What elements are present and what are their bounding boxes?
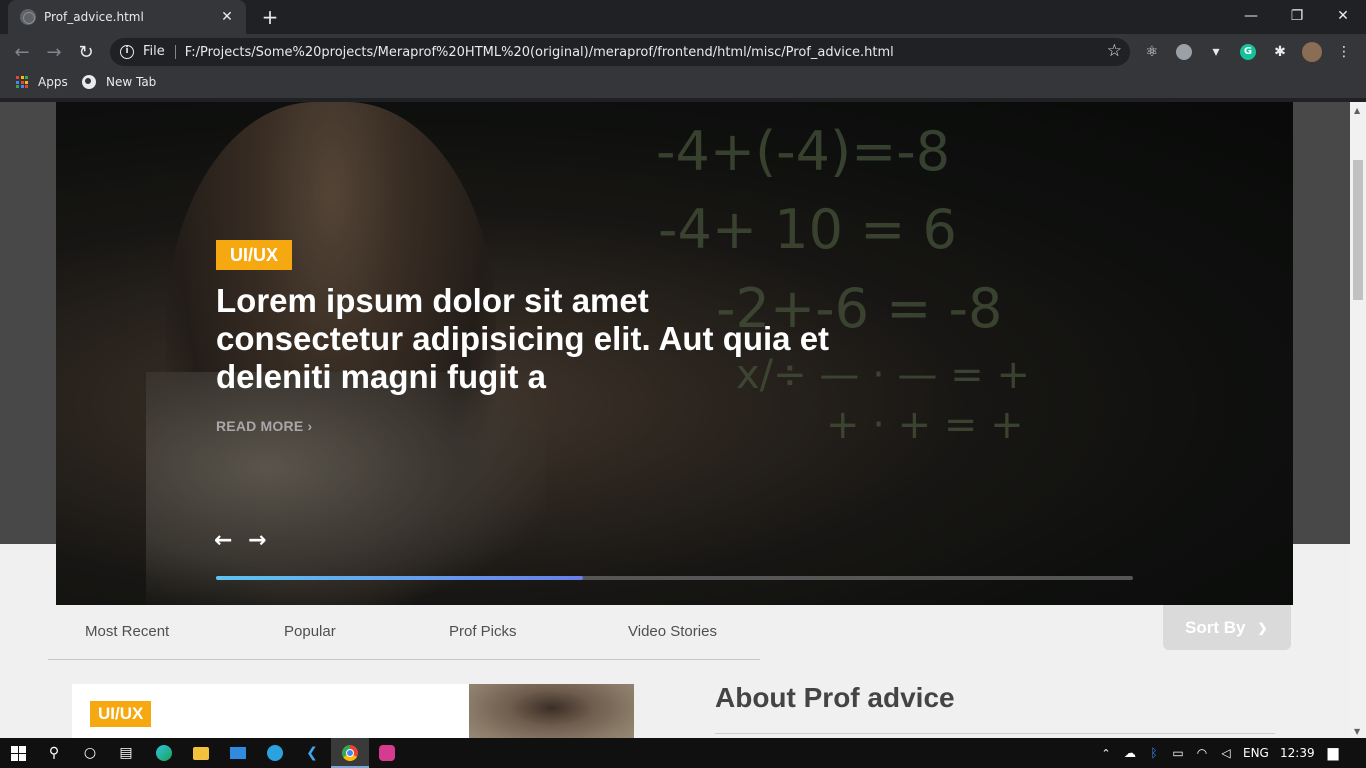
battery-icon[interactable]: ▭ <box>1168 743 1188 763</box>
tray-chevron-up-icon[interactable]: ⌃ <box>1096 743 1116 763</box>
info-icon[interactable]: i <box>120 45 134 59</box>
vscode-icon[interactable]: ❮ <box>302 743 322 763</box>
slider-next-arrow-icon[interactable]: → <box>248 528 266 553</box>
filter-tabs: Most Recent Popular Prof Picks Video Sto… <box>48 605 760 660</box>
cortana-icon[interactable]: ○ <box>80 743 100 763</box>
tab-title: Prof_advice.html <box>44 10 144 24</box>
reload-icon[interactable]: ↻ <box>74 40 98 64</box>
edge-icon[interactable] <box>154 743 174 763</box>
hero-slider: -4+(-4)=-8 -4+ 10 = 6 -2+-6 = -8 x/÷ — ·… <box>56 102 1293 605</box>
sort-by-dropdown[interactable]: Sort By ❯ <box>1163 605 1291 650</box>
browser-toolbar: ← → ↻ i File F:/Projects/Some%20projects… <box>0 34 1366 70</box>
new-tab-button[interactable]: + <box>258 6 282 28</box>
card-thumbnail[interactable] <box>469 684 634 738</box>
about-divider <box>715 733 1275 734</box>
page-favicon-icon <box>20 9 36 25</box>
bookmark-apps[interactable]: Apps <box>16 75 68 89</box>
scrollbar-thumb[interactable] <box>1353 160 1363 300</box>
url-text[interactable]: F:/Projects/Some%20projects/Meraprof%20H… <box>185 45 894 60</box>
page-viewport: -4+(-4)=-8 -4+ 10 = 6 -2+-6 = -8 x/÷ — ·… <box>0 102 1350 738</box>
bookmark-label: New Tab <box>106 75 157 89</box>
volume-icon[interactable]: ◁ <box>1216 743 1236 763</box>
slider-prev-arrow-icon[interactable]: ← <box>214 528 232 553</box>
extensions-puzzle-icon[interactable]: ✱ <box>1270 42 1290 62</box>
sort-by-label: Sort By <box>1185 617 1246 637</box>
slider-progress-fill <box>216 576 583 580</box>
telegram-icon[interactable] <box>265 743 285 763</box>
bookmark-new-tab[interactable]: New Tab <box>82 75 156 89</box>
windows-start-icon[interactable] <box>8 743 28 763</box>
hero-category-badge[interactable]: UI/UX <box>216 240 293 270</box>
vue-devtools-icon[interactable]: ▾ <box>1206 42 1226 62</box>
wifi-icon[interactable]: ◠ <box>1192 743 1212 763</box>
menu-kebab-icon[interactable]: ⋮ <box>1334 42 1354 62</box>
page-scrollbar[interactable]: ▲ ▼ <box>1350 102 1366 738</box>
tab-prof-picks[interactable]: Prof Picks <box>449 623 517 640</box>
read-more-link[interactable]: READ MORE › <box>216 418 312 434</box>
notifications-icon[interactable]: ▆ <box>1323 743 1343 763</box>
bookmark-star-icon[interactable]: ☆ <box>1107 41 1122 61</box>
forward-arrow-icon[interactable]: → <box>42 40 66 64</box>
back-arrow-icon[interactable]: ← <box>10 40 34 64</box>
tab-popular[interactable]: Popular <box>284 623 336 640</box>
extension-circle-icon[interactable] <box>1174 42 1194 62</box>
close-tab-icon[interactable]: ✕ <box>218 9 236 25</box>
card-category-badge[interactable]: UI/UX <box>90 701 152 727</box>
windows-taskbar: ⚲ ○ ▤ ❮ ⌃ ☁ ᛒ ▭ ◠ ◁ ENG 12:39 ▆ <box>0 738 1366 768</box>
close-window-button[interactable]: ✕ <box>1320 0 1366 32</box>
article-card[interactable]: UI/UX <box>72 684 634 738</box>
scheme-chip: File <box>143 45 176 59</box>
language-indicator[interactable]: ENG <box>1243 746 1269 760</box>
clock[interactable]: 12:39 <box>1280 746 1315 760</box>
tab-video-stories[interactable]: Video Stories <box>628 623 717 640</box>
slider-progress-track <box>216 576 1133 580</box>
scroll-down-icon[interactable]: ▼ <box>1354 727 1360 736</box>
bluetooth-icon[interactable]: ᛒ <box>1144 743 1164 763</box>
hero-title[interactable]: Lorem ipsum dolor sit amet consectetur a… <box>216 282 836 396</box>
chevron-down-icon: ❯ <box>1257 620 1268 635</box>
chevron-right-icon: › <box>307 418 313 434</box>
about-heading: About Prof advice <box>715 682 955 713</box>
task-view-icon[interactable]: ▤ <box>116 743 136 763</box>
file-explorer-icon[interactable] <box>191 743 211 763</box>
minimize-button[interactable]: — <box>1228 0 1274 32</box>
bookmarks-bar: Apps New Tab <box>0 70 1366 98</box>
read-more-label: READ MORE <box>216 418 304 434</box>
globe-icon <box>82 75 96 89</box>
apps-grid-icon <box>16 76 28 88</box>
restore-button[interactable]: ❐ <box>1274 0 1320 32</box>
scroll-up-icon[interactable]: ▲ <box>1354 106 1360 115</box>
mail-icon[interactable] <box>228 743 248 763</box>
grammarly-icon[interactable]: G <box>1238 42 1258 62</box>
profile-avatar[interactable] <box>1302 42 1322 62</box>
browser-tab-strip: Prof_advice.html ✕ + — ❐ ✕ <box>0 0 1366 34</box>
react-devtools-icon[interactable]: ⚛ <box>1142 42 1162 62</box>
bookmark-label: Apps <box>38 75 68 89</box>
search-icon[interactable]: ⚲ <box>44 743 64 763</box>
tab-most-recent[interactable]: Most Recent <box>85 623 169 640</box>
onedrive-icon[interactable]: ☁ <box>1120 743 1140 763</box>
app-pink-icon[interactable] <box>377 743 397 763</box>
chrome-icon[interactable] <box>340 743 360 763</box>
address-bar[interactable]: i File F:/Projects/Some%20projects/Merap… <box>110 38 1130 66</box>
browser-tab[interactable]: Prof_advice.html ✕ <box>8 0 246 34</box>
